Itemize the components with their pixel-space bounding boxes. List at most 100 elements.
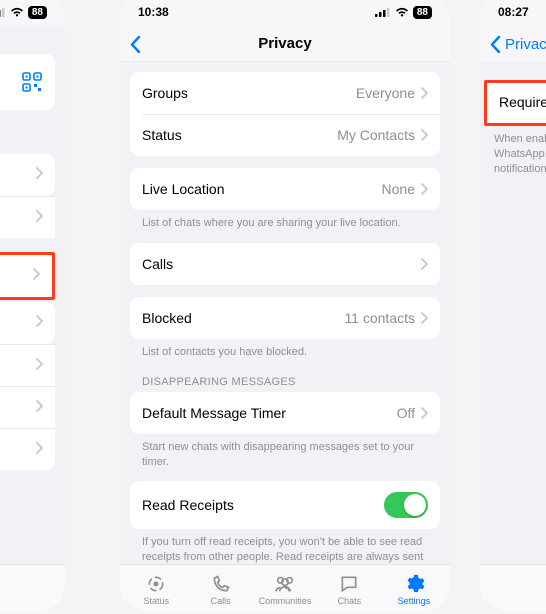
row-value: Off <box>397 405 415 421</box>
tab-chats[interactable]: Chats <box>317 573 381 606</box>
row-value: My Contacts <box>337 127 415 143</box>
row-groups[interactable]: Groups Everyone <box>130 72 440 114</box>
battery-icon: 88 <box>413 6 432 19</box>
chevron-right-icon <box>36 166 43 184</box>
read-receipts-toggle[interactable] <box>384 492 428 518</box>
group-blocked: Blocked 11 contacts <box>130 297 440 339</box>
signal-icon <box>375 7 391 17</box>
communities-icon <box>274 573 296 595</box>
signal-icon <box>0 7 6 17</box>
settings-row-profile[interactable] <box>0 54 55 110</box>
row-live-location[interactable]: Live Location None <box>130 168 440 210</box>
tab-calls[interactable]: Calls <box>188 573 252 606</box>
status-bar: 08:27 <box>480 0 546 26</box>
battery-icon: 88 <box>28 6 47 19</box>
chevron-right-icon <box>36 209 43 227</box>
page-title: Privacy <box>258 35 311 52</box>
back-button[interactable]: Privacy <box>490 36 546 53</box>
phone-icon <box>211 573 231 595</box>
chevron-right-icon <box>421 87 428 99</box>
row-read-receipts: Read Receipts <box>130 481 440 529</box>
tab-label: Chats <box>338 596 362 606</box>
tab-bar: Status Calls Communities Chats Settings <box>120 564 450 612</box>
group-live-location: Live Location None <box>130 168 440 210</box>
chevron-right-icon <box>36 399 43 417</box>
tab-bar: Settings <box>0 564 65 612</box>
tab-bar: Status <box>480 564 546 612</box>
chats-icon <box>339 573 359 595</box>
settings-row-4[interactable] <box>0 344 55 386</box>
tab-label: Settings <box>398 596 431 606</box>
row-label: Status <box>142 127 337 143</box>
status-bar: 10:38 88 <box>120 0 450 26</box>
section-disappearing: DISAPPEARING MESSAGES <box>130 360 440 392</box>
tab-settings[interactable]: Settings <box>0 573 61 606</box>
row-label: Blocked <box>142 310 344 326</box>
row-label: Calls <box>142 256 421 272</box>
row-calls[interactable]: Calls <box>130 243 440 285</box>
settings-row-6[interactable] <box>0 428 55 470</box>
row-status[interactable]: Status My Contacts <box>130 114 440 156</box>
settings-row-5[interactable] <box>0 386 55 428</box>
qr-icon[interactable] <box>21 71 43 93</box>
settings-row-1[interactable] <box>0 154 55 196</box>
status-icon <box>146 573 166 595</box>
chevron-right-icon <box>36 357 43 375</box>
footer-blocked: List of contacts you have blocked. <box>130 339 440 360</box>
settings-row-3[interactable] <box>0 302 55 344</box>
row-label: Read Receipts <box>142 497 384 513</box>
back-label: Privacy <box>505 36 546 53</box>
tab-status[interactable]: Status <box>124 573 188 606</box>
chevron-right-icon <box>36 441 43 459</box>
group-calls: Calls <box>130 243 440 285</box>
chevron-left-icon <box>130 36 141 53</box>
tab-label: Status <box>143 596 169 606</box>
footer-read-receipts: If you turn off read receipts, you won't… <box>130 529 440 564</box>
phone-left: 88 Sett <box>0 0 65 612</box>
chevron-right-icon <box>421 129 428 141</box>
group-visibility: Groups Everyone Status My Contacts <box>130 72 440 156</box>
row-label: Live Location <box>142 181 382 197</box>
nav-header: Privacy <box>480 26 546 62</box>
phone-middle: 10:38 88 Privacy Groups Everyone Status … <box>120 0 450 612</box>
chevron-left-icon <box>490 36 501 53</box>
chevron-right-icon <box>421 183 428 195</box>
chevron-right-icon <box>33 267 40 285</box>
footer-require-face: When enabled WhatsApp. Yo notifications … <box>480 126 546 177</box>
tab-label: Calls <box>211 596 231 606</box>
back-button[interactable] <box>130 26 141 62</box>
status-time: 08:27 <box>498 5 529 19</box>
tab-communities[interactable]: Communities <box>253 573 317 606</box>
row-default-timer[interactable]: Default Message Timer Off <box>130 392 440 434</box>
footer-timer: Start new chats with disappearing messag… <box>130 434 440 470</box>
status-icons: 88 <box>0 6 47 19</box>
gear-icon <box>403 573 425 595</box>
status-icons: 88 <box>375 6 432 19</box>
row-blocked[interactable]: Blocked 11 contacts <box>130 297 440 339</box>
footer-live: List of chats where you are sharing your… <box>130 210 440 231</box>
settings-row-privacy[interactable] <box>0 255 52 297</box>
tab-status[interactable]: Status <box>484 573 546 606</box>
highlighted-row <box>0 252 55 300</box>
chevron-right-icon <box>421 258 428 270</box>
wifi-icon <box>10 7 24 17</box>
nav-header: Privacy <box>120 26 450 62</box>
phone-right: 08:27 Privacy Require Fac When enabled W… <box>480 0 546 612</box>
row-label: Require Fac <box>499 94 546 110</box>
chevron-right-icon <box>421 312 428 324</box>
tab-settings[interactable]: Settings <box>382 573 446 606</box>
status-time: 10:38 <box>138 5 169 19</box>
status-bar: 88 <box>0 0 65 26</box>
highlight-require-face: Require Fac <box>484 80 546 126</box>
chevron-right-icon <box>421 407 428 419</box>
settings-row-2[interactable] <box>0 196 55 238</box>
row-value: 11 contacts <box>344 310 415 326</box>
group-read-receipts: Read Receipts <box>130 481 440 529</box>
chevron-right-icon <box>36 314 43 332</box>
group-disappearing: Default Message Timer Off <box>130 392 440 434</box>
settings-scroll[interactable]: Groups Everyone Status My Contacts Live … <box>120 62 450 564</box>
row-value: Everyone <box>356 85 415 101</box>
row-label: Groups <box>142 85 356 101</box>
tab-label: Communities <box>259 596 312 606</box>
row-require-face[interactable]: Require Fac <box>487 83 546 123</box>
